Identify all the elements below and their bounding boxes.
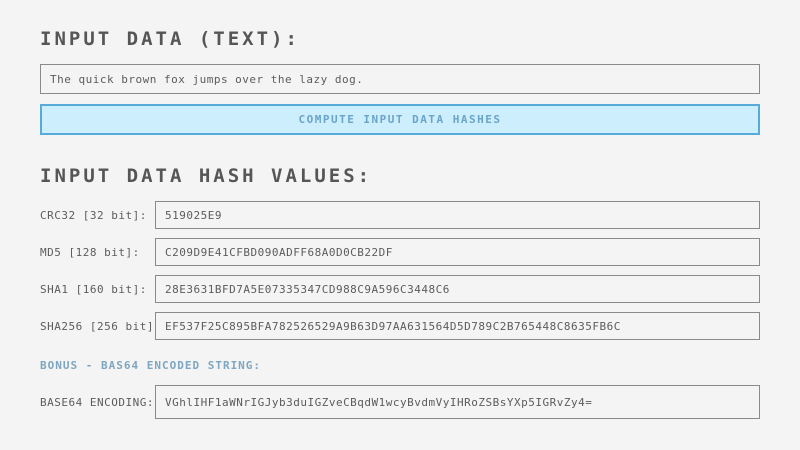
sha256-label: SHA256 [256 bit]:: [40, 320, 155, 333]
base64-row: BASE64 ENCODING:: [40, 385, 760, 419]
base64-value-field[interactable]: [155, 385, 760, 419]
crc32-label: CRC32 [32 bit]:: [40, 209, 155, 222]
hash-row-sha256: SHA256 [256 bit]:: [40, 312, 760, 340]
md5-label: MD5 [128 bit]:: [40, 246, 155, 259]
compute-hashes-button[interactable]: COMPUTE INPUT DATA HASHES: [40, 104, 760, 135]
input-data-field[interactable]: [40, 64, 760, 94]
input-data-title: INPUT DATA (TEXT):: [40, 28, 760, 50]
sha1-label: SHA1 [160 bit]:: [40, 283, 155, 296]
bonus-base64-title: BONUS - BAS64 ENCODED STRING:: [40, 359, 760, 372]
sha1-value-field[interactable]: [155, 275, 760, 303]
crc32-value-field[interactable]: [155, 201, 760, 229]
hash-row-crc32: CRC32 [32 bit]:: [40, 201, 760, 229]
hash-row-md5: MD5 [128 bit]:: [40, 238, 760, 266]
hash-tool-page: INPUT DATA (TEXT): COMPUTE INPUT DATA HA…: [0, 0, 800, 450]
hash-row-sha1: SHA1 [160 bit]:: [40, 275, 760, 303]
base64-label: BASE64 ENCODING:: [40, 396, 155, 409]
md5-value-field[interactable]: [155, 238, 760, 266]
hash-values-title: INPUT DATA HASH VALUES:: [40, 165, 760, 187]
sha256-value-field[interactable]: [155, 312, 760, 340]
